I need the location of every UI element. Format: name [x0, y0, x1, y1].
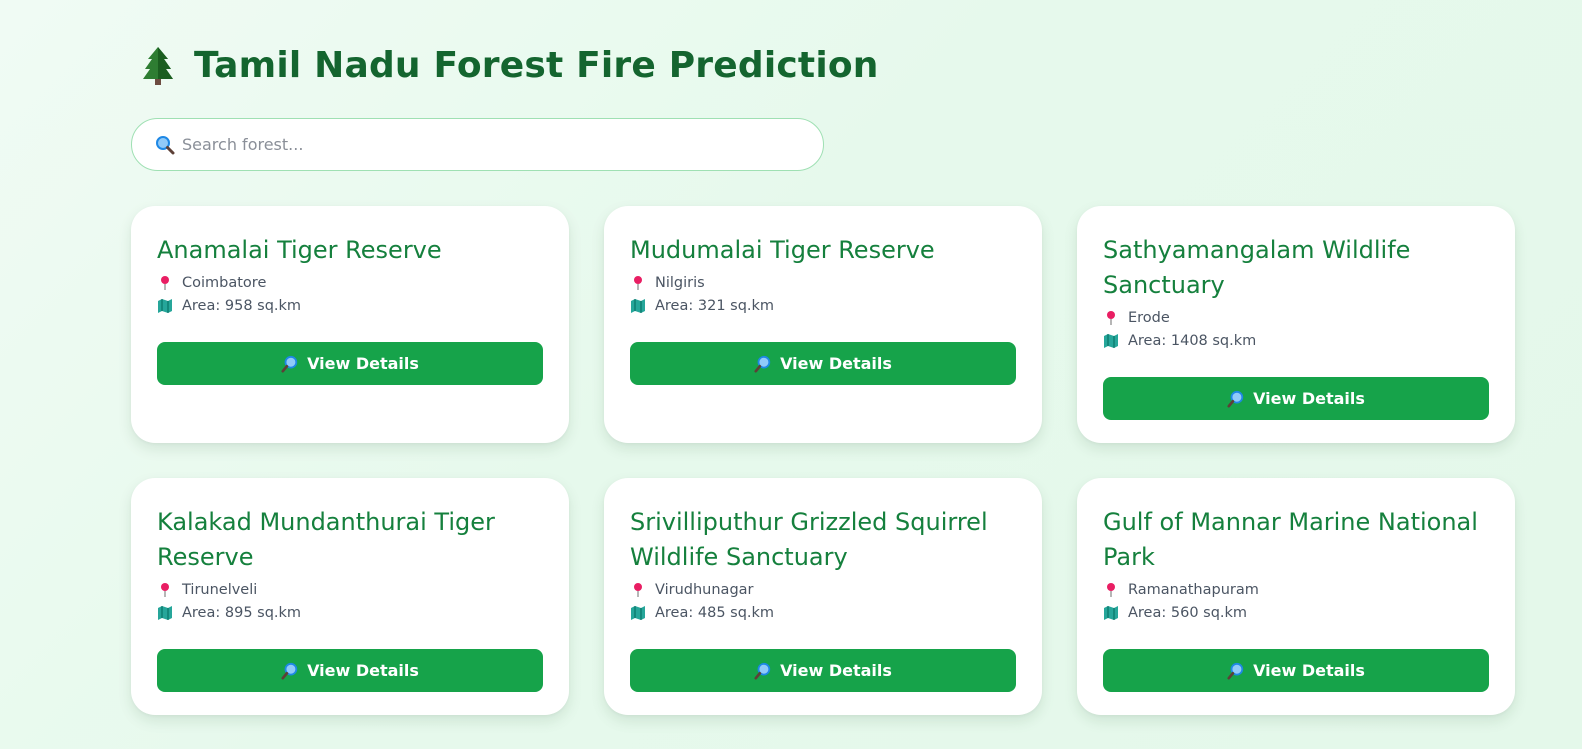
- evergreen-tree-icon: [140, 43, 176, 87]
- pin-icon: [1103, 310, 1119, 326]
- forest-grid: Anamalai Tiger Reserve Coimbatore Area: …: [131, 206, 1515, 715]
- magnifier-icon: [754, 662, 772, 680]
- forest-card: Srivilliputhur Grizzled Squirrel Wildlif…: [604, 478, 1042, 715]
- area-label: Area: 560 sq.km: [1128, 605, 1248, 621]
- magnifier-icon: [1227, 390, 1245, 408]
- forest-district: Nilgiris: [630, 272, 1016, 294]
- forest-area: Area: 485 sq.km: [630, 602, 1016, 624]
- pin-icon: [630, 275, 646, 291]
- area-label: Area: 321 sq.km: [655, 298, 775, 314]
- forest-district: Virudhunagar: [630, 579, 1016, 601]
- forest-name: Mudumalai Tiger Reserve: [630, 236, 935, 264]
- pin-icon: [157, 582, 173, 598]
- forest-name: Gulf of Mannar Marine National Park: [1103, 508, 1478, 571]
- pin-icon: [1103, 582, 1119, 598]
- map-icon: [630, 605, 646, 621]
- view-details-button[interactable]: View Details: [1103, 649, 1489, 692]
- area-label: Area: 958 sq.km: [182, 298, 302, 314]
- magnifier-icon: [281, 662, 299, 680]
- area-label: Area: 485 sq.km: [655, 605, 775, 621]
- forest-name: Srivilliputhur Grizzled Squirrel Wildlif…: [630, 508, 988, 571]
- area-label: Area: 895 sq.km: [182, 605, 302, 621]
- district-label: Coimbatore: [182, 275, 267, 291]
- search-bar[interactable]: [131, 118, 824, 171]
- forest-card: Gulf of Mannar Marine National Park Rama…: [1077, 478, 1515, 715]
- view-details-button[interactable]: View Details: [157, 649, 543, 692]
- forest-name: Kalakad Mundanthurai Tiger Reserve: [157, 508, 495, 571]
- district-label: Erode: [1128, 310, 1170, 326]
- magnifier-icon: [155, 135, 175, 155]
- view-details-button[interactable]: View Details: [1103, 377, 1489, 420]
- map-icon: [157, 298, 173, 314]
- forest-card: Mudumalai Tiger Reserve Nilgiris Area: 3…: [604, 206, 1042, 443]
- forest-area: Area: 895 sq.km: [157, 602, 543, 624]
- button-label: View Details: [1253, 661, 1365, 680]
- pin-icon: [157, 275, 173, 291]
- forest-area: Area: 1408 sq.km: [1103, 330, 1489, 352]
- pin-icon: [630, 582, 646, 598]
- map-icon: [157, 605, 173, 621]
- page-header: Tamil Nadu Forest Fire Prediction: [140, 40, 879, 90]
- area-label: Area: 1408 sq.km: [1128, 333, 1257, 349]
- forest-area: Area: 321 sq.km: [630, 295, 1016, 317]
- magnifier-icon: [1227, 662, 1245, 680]
- button-label: View Details: [780, 661, 892, 680]
- forest-district: Ramanathapuram: [1103, 579, 1489, 601]
- forest-name: Sathyamangalam Wildlife Sanctuary: [1103, 236, 1411, 299]
- forest-card: Kalakad Mundanthurai Tiger Reserve Tirun…: [131, 478, 569, 715]
- map-icon: [1103, 333, 1119, 349]
- page-title: Tamil Nadu Forest Fire Prediction: [194, 44, 879, 86]
- map-icon: [1103, 605, 1119, 621]
- search-input[interactable]: [182, 119, 823, 170]
- forest-district: Erode: [1103, 307, 1489, 329]
- district-label: Ramanathapuram: [1128, 582, 1259, 598]
- button-label: View Details: [307, 354, 419, 373]
- button-label: View Details: [307, 661, 419, 680]
- district-label: Tirunelveli: [182, 582, 258, 598]
- district-label: Nilgiris: [655, 275, 705, 291]
- district-label: Virudhunagar: [655, 582, 754, 598]
- view-details-button[interactable]: View Details: [157, 342, 543, 385]
- magnifier-icon: [281, 355, 299, 373]
- forest-card: Anamalai Tiger Reserve Coimbatore Area: …: [131, 206, 569, 443]
- forest-card: Sathyamangalam Wildlife Sanctuary Erode …: [1077, 206, 1515, 443]
- button-label: View Details: [1253, 389, 1365, 408]
- magnifier-icon: [754, 355, 772, 373]
- button-label: View Details: [780, 354, 892, 373]
- view-details-button[interactable]: View Details: [630, 342, 1016, 385]
- map-icon: [630, 298, 646, 314]
- forest-district: Coimbatore: [157, 272, 543, 294]
- view-details-button[interactable]: View Details: [630, 649, 1016, 692]
- forest-district: Tirunelveli: [157, 579, 543, 601]
- forest-area: Area: 958 sq.km: [157, 295, 543, 317]
- forest-area: Area: 560 sq.km: [1103, 602, 1489, 624]
- forest-name: Anamalai Tiger Reserve: [157, 236, 442, 264]
